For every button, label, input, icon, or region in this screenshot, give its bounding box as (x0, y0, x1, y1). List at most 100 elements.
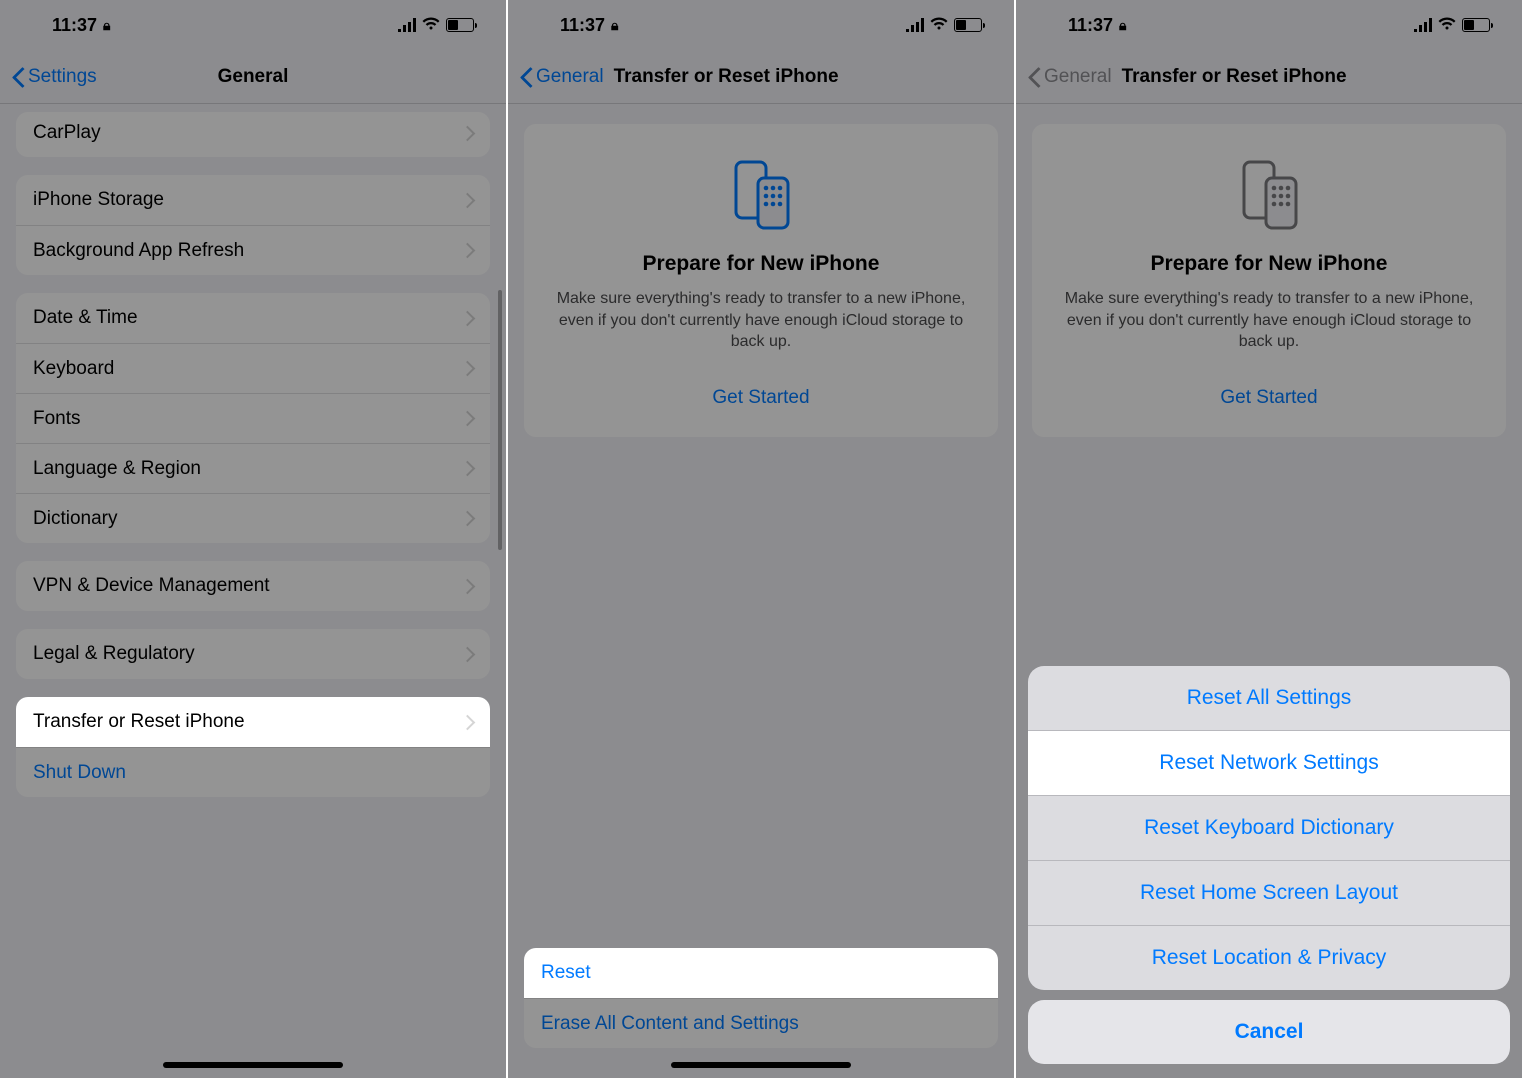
home-indicator[interactable] (671, 1062, 851, 1068)
transfer-phones-icon (1056, 154, 1482, 232)
home-indicator[interactable] (163, 1062, 343, 1068)
row-label: Reset (541, 962, 591, 984)
cancel-button[interactable]: Cancel (1028, 1000, 1510, 1064)
row-fonts[interactable]: Fonts (16, 393, 490, 443)
status-bar: 11:37 🔒︎ (508, 0, 1014, 50)
wifi-icon (1438, 17, 1456, 34)
screen-2-transfer-or-reset: 11:37 🔒︎ General Transfer or Reset iPhon… (508, 0, 1016, 1078)
cancel-label: Cancel (1235, 1020, 1304, 1043)
row-label: Language & Region (33, 458, 201, 480)
back-label: General (536, 66, 604, 88)
row-language-region[interactable]: Language & Region (16, 443, 490, 493)
row-dictionary[interactable]: Dictionary (16, 493, 490, 543)
prepare-heading: Prepare for New iPhone (1056, 252, 1482, 276)
row-erase-all-content[interactable]: Erase All Content and Settings (524, 998, 998, 1048)
lock-icon: 🔒︎ (1119, 17, 1126, 34)
prepare-body: Make sure everything's ready to transfer… (1056, 288, 1482, 353)
chevron-left-icon (1028, 67, 1042, 87)
row-label: Fonts (33, 408, 81, 430)
chevron-left-icon (520, 67, 534, 87)
transfer-phones-icon (548, 154, 974, 232)
option-reset-network-settings[interactable]: Reset Network Settings (1028, 730, 1510, 795)
chevron-left-icon (12, 67, 26, 87)
option-reset-all-settings[interactable]: Reset All Settings (1028, 666, 1510, 730)
chevron-right-icon (464, 311, 473, 326)
row-reset[interactable]: Reset (524, 948, 998, 998)
row-background-app-refresh[interactable]: Background App Refresh (16, 225, 490, 275)
status-time: 11:37 (530, 15, 605, 36)
get-started-button[interactable]: Get Started (1056, 377, 1482, 419)
page-title: Transfer or Reset iPhone (1122, 66, 1347, 88)
back-label: General (1044, 66, 1112, 88)
row-label: Transfer or Reset iPhone (33, 711, 245, 733)
page-title: Transfer or Reset iPhone (614, 66, 839, 88)
back-button-general[interactable]: General (520, 66, 604, 88)
cellular-icon (906, 18, 924, 32)
option-reset-home-screen-layout[interactable]: Reset Home Screen Layout (1028, 860, 1510, 925)
row-label: iPhone Storage (33, 189, 164, 211)
row-label: Erase All Content and Settings (541, 1013, 799, 1035)
status-bar: 11:37 🔒︎ (1016, 0, 1522, 50)
chevron-right-icon (464, 461, 473, 476)
chevron-right-icon (464, 193, 473, 208)
wifi-icon (422, 17, 440, 34)
option-label: Reset Home Screen Layout (1140, 881, 1398, 904)
row-iphone-storage[interactable]: iPhone Storage (16, 175, 490, 225)
nav-header: General Transfer or Reset iPhone (508, 50, 1014, 104)
battery-icon (446, 18, 474, 32)
option-label: Reset Location & Privacy (1152, 946, 1387, 969)
row-transfer-or-reset-iphone[interactable]: Transfer or Reset iPhone (16, 697, 490, 747)
chevron-right-icon (464, 579, 473, 594)
chevron-right-icon (464, 126, 473, 141)
prepare-heading: Prepare for New iPhone (548, 252, 974, 276)
row-label: Date & Time (33, 307, 138, 329)
option-reset-location-privacy[interactable]: Reset Location & Privacy (1028, 925, 1510, 990)
prepare-card: Prepare for New iPhone Make sure everyth… (1032, 124, 1506, 437)
row-carplay[interactable]: CarPlay (16, 112, 490, 157)
chevron-right-icon (464, 361, 473, 376)
nav-header: General Transfer or Reset iPhone (1016, 50, 1522, 104)
row-date-time[interactable]: Date & Time (16, 293, 490, 343)
status-time: 11:37 (22, 15, 97, 36)
row-keyboard[interactable]: Keyboard (16, 343, 490, 393)
settings-list[interactable]: CarPlay iPhone Storage Background App Re… (0, 112, 506, 797)
screen-3-reset-action-sheet: 11:37 🔒︎ General Transfer or Reset iPhon… (1016, 0, 1524, 1078)
cellular-icon (1414, 18, 1432, 32)
chevron-right-icon (464, 243, 473, 258)
lock-icon: 🔒︎ (611, 17, 618, 34)
row-legal-regulatory[interactable]: Legal & Regulatory (16, 629, 490, 679)
reset-action-sheet: Reset All Settings Reset Network Setting… (1016, 666, 1522, 1078)
screen-1-general-settings: 11:37 🔒︎ Settings General CarPlay iPhon (0, 0, 508, 1078)
row-label: Background App Refresh (33, 240, 244, 262)
chevron-right-icon (464, 715, 473, 730)
cellular-icon (398, 18, 416, 32)
back-button-general-disabled: General (1028, 66, 1112, 88)
chevron-right-icon (464, 411, 473, 426)
row-label: Legal & Regulatory (33, 643, 195, 665)
row-label: Dictionary (33, 508, 117, 530)
prepare-body: Make sure everything's ready to transfer… (548, 288, 974, 353)
row-label: Keyboard (33, 358, 114, 380)
battery-icon (954, 18, 982, 32)
chevron-right-icon (464, 647, 473, 662)
back-label: Settings (28, 66, 97, 88)
option-label: Reset All Settings (1187, 686, 1352, 709)
battery-icon (1462, 18, 1490, 32)
chevron-right-icon (464, 511, 473, 526)
option-reset-keyboard-dictionary[interactable]: Reset Keyboard Dictionary (1028, 795, 1510, 860)
wifi-icon (930, 17, 948, 34)
row-shut-down[interactable]: Shut Down (16, 747, 490, 797)
status-time: 11:37 (1038, 15, 1113, 36)
nav-header: Settings General (0, 50, 506, 104)
lock-icon: 🔒︎ (103, 17, 110, 34)
status-bar: 11:37 🔒︎ (0, 0, 506, 50)
option-label: Reset Keyboard Dictionary (1144, 816, 1394, 839)
row-vpn-device-management[interactable]: VPN & Device Management (16, 561, 490, 611)
option-label: Reset Network Settings (1159, 751, 1378, 774)
row-label: Shut Down (33, 762, 126, 784)
prepare-card: Prepare for New iPhone Make sure everyth… (524, 124, 998, 437)
scroll-indicator (498, 290, 502, 550)
get-started-button[interactable]: Get Started (548, 377, 974, 419)
row-label: CarPlay (33, 122, 101, 144)
back-button-settings[interactable]: Settings (12, 66, 97, 88)
